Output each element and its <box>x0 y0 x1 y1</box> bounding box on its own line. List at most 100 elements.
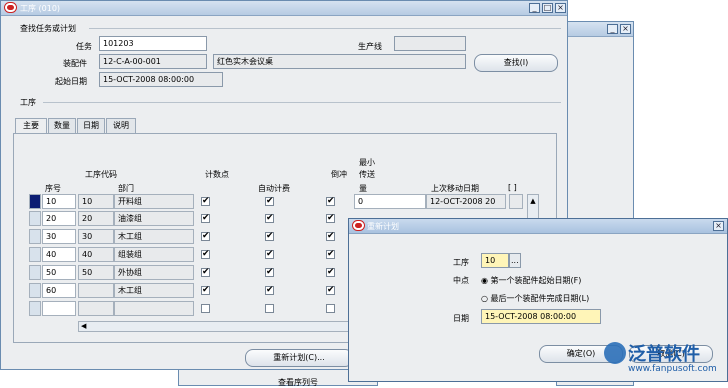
row-selector[interactable] <box>29 247 41 262</box>
count-point-checkbox[interactable]: ✔ <box>201 250 210 259</box>
auto-charge-checkbox[interactable]: ✔ <box>265 214 274 223</box>
window-title: 工序 (010) <box>20 4 61 13</box>
count-point-checkbox[interactable]: ✔ <box>201 286 210 295</box>
seq-cell[interactable]: 20 <box>42 211 76 226</box>
minimize-button[interactable]: _ <box>529 3 540 13</box>
seq-cell[interactable]: 10 <box>42 194 76 209</box>
col-header-auto-charge: 自动计费 <box>258 184 290 193</box>
radio-first-start-label: 第一个装配件起始日期(F) <box>490 276 582 285</box>
auto-charge-checkbox[interactable]: ✔ <box>265 268 274 277</box>
seq-cell[interactable]: 60 <box>42 283 76 298</box>
op-code-cell[interactable] <box>78 283 114 298</box>
row-selector[interactable] <box>29 301 41 316</box>
assembly-field[interactable]: 12-C-A-00-001 <box>99 54 207 69</box>
operation-lov-button[interactable]: ... <box>509 253 521 268</box>
dialog-titlebar: 重新计划 × <box>349 219 727 234</box>
date-field[interactable]: 15-OCT-2008 08:00:00 <box>481 309 601 324</box>
tab-quantity[interactable]: 数量 <box>48 118 76 133</box>
col-header-bracket: [ ] <box>508 183 517 192</box>
dept-cell[interactable]: 木工组 <box>114 229 194 244</box>
assembly-description-field[interactable]: 红色实木会议桌 <box>213 54 466 69</box>
backflush-checkbox[interactable]: ✔ <box>326 214 335 223</box>
col-header-min-transfer-3: 量 <box>359 184 367 193</box>
operations-group-divider <box>43 102 561 103</box>
dept-cell[interactable]: 组装组 <box>114 247 194 262</box>
background-minimize-button[interactable]: _ <box>607 24 618 34</box>
backflush-checkbox[interactable]: ✔ <box>326 286 335 295</box>
midpoint-label: 中点 <box>453 276 469 285</box>
col-header-seq: 序号 <box>45 184 61 193</box>
count-point-checkbox[interactable] <box>201 304 210 313</box>
oracle-logo-icon <box>353 221 364 230</box>
find-group-divider <box>89 28 561 29</box>
background-close-button[interactable]: × <box>620 24 631 34</box>
maximize-button[interactable]: □ <box>542 3 553 13</box>
op-code-cell[interactable]: 40 <box>78 247 114 262</box>
row-selector[interactable] <box>29 211 41 226</box>
last-move-cell[interactable]: 12-OCT-2008 20 <box>426 194 506 209</box>
scroll-up-arrow-icon[interactable]: ▲ <box>528 195 538 207</box>
tab-dates[interactable]: 日期 <box>77 118 105 133</box>
backflush-checkbox[interactable]: ✔ <box>326 232 335 241</box>
radio-unselected-icon[interactable]: ○ <box>481 294 488 303</box>
dept-cell[interactable]: 外协组 <box>114 265 194 280</box>
scroll-left-arrow-icon[interactable]: ◀ <box>79 322 353 331</box>
row-selector[interactable] <box>29 229 41 244</box>
auto-charge-checkbox[interactable] <box>265 304 274 313</box>
backflush-checkbox[interactable] <box>326 304 335 313</box>
start-date-label: 起始日期 <box>55 77 87 86</box>
backflush-checkbox[interactable]: ✔ <box>326 268 335 277</box>
seq-cell[interactable]: 50 <box>42 265 76 280</box>
dept-cell[interactable]: 木工组 <box>114 283 194 298</box>
op-code-cell[interactable]: 50 <box>78 265 114 280</box>
op-code-cell[interactable]: 10 <box>78 194 114 209</box>
dept-cell[interactable]: 开料组 <box>114 194 194 209</box>
op-code-cell[interactable] <box>78 301 114 316</box>
row-selector[interactable] <box>29 194 41 209</box>
op-code-cell[interactable]: 20 <box>78 211 114 226</box>
auto-charge-checkbox[interactable]: ✔ <box>265 232 274 241</box>
backflush-checkbox[interactable]: ✔ <box>326 197 335 206</box>
count-point-checkbox[interactable]: ✔ <box>201 197 210 206</box>
auto-charge-checkbox[interactable]: ✔ <box>265 250 274 259</box>
table-horizontal-scrollbar[interactable]: ◀ <box>78 321 354 332</box>
col-header-dept: 部门 <box>118 184 134 193</box>
row-selector[interactable] <box>29 283 41 298</box>
close-button[interactable]: × <box>555 3 566 13</box>
dept-cell[interactable] <box>114 301 194 316</box>
dialog-close-button[interactable]: × <box>713 221 724 231</box>
col-header-op-code: 工序代码 <box>85 170 117 179</box>
seq-cell[interactable]: 40 <box>42 247 76 262</box>
seq-cell[interactable]: 30 <box>42 229 76 244</box>
date-label: 日期 <box>453 314 469 323</box>
operation-field[interactable]: 10 <box>481 253 509 268</box>
seq-cell[interactable] <box>42 301 76 316</box>
dept-cell[interactable]: 油漆组 <box>114 211 194 226</box>
count-point-checkbox[interactable]: ✔ <box>201 214 210 223</box>
col-header-count-point: 计数点 <box>205 170 229 179</box>
task-field[interactable]: 101203 <box>99 36 207 51</box>
op-code-cell[interactable]: 30 <box>78 229 114 244</box>
reschedule-button[interactable]: 重新计划(C)... <box>245 349 353 367</box>
auto-charge-checkbox[interactable]: ✔ <box>265 197 274 206</box>
tab-main[interactable]: 主要 <box>15 118 47 134</box>
auto-charge-checkbox[interactable]: ✔ <box>265 286 274 295</box>
flex-cell[interactable] <box>509 194 523 209</box>
radio-selected-icon[interactable]: ◉ <box>481 276 488 285</box>
radio-first-start[interactable]: ◉ 第一个装配件起始日期(F) <box>481 275 581 286</box>
watermark-url: www.fanpusoft.com <box>628 364 717 374</box>
backflush-checkbox[interactable]: ✔ <box>326 250 335 259</box>
row-selector[interactable] <box>29 265 41 280</box>
find-button[interactable]: 查找(I) <box>474 54 558 72</box>
count-point-checkbox[interactable]: ✔ <box>201 268 210 277</box>
production-line-field[interactable] <box>394 36 466 51</box>
count-point-checkbox[interactable]: ✔ <box>201 232 210 241</box>
min-transfer-cell[interactable]: 0 <box>354 194 426 209</box>
start-date-field[interactable]: 15-OCT-2008 08:00:00 <box>99 72 223 87</box>
operations-group-title: 工序 <box>20 98 36 107</box>
assembly-label: 装配件 <box>63 59 87 68</box>
tab-description[interactable]: 说明 <box>106 118 136 133</box>
watermark-logo-icon <box>604 342 626 364</box>
oracle-logo-icon <box>5 3 16 12</box>
radio-last-complete[interactable]: ○ 最后一个装配件完成日期(L) <box>481 293 589 304</box>
